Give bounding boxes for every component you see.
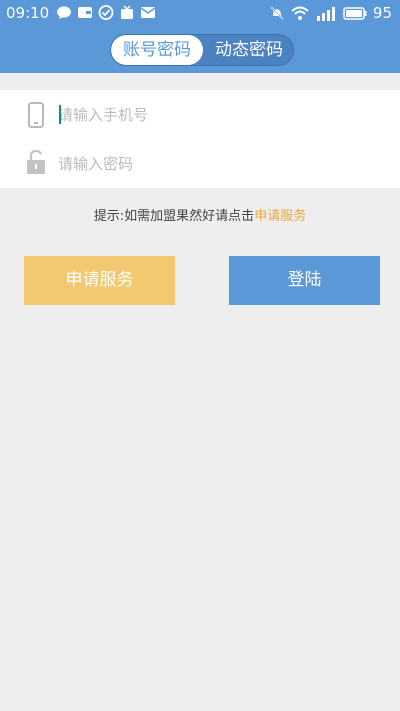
- status-bar: 09:10 95: [0, 0, 400, 26]
- check-circle-icon: [98, 5, 114, 20]
- system-icons: 95: [269, 4, 392, 22]
- password-field-row: [0, 139, 400, 188]
- wallet-icon: [78, 7, 92, 18]
- notification-icons: [56, 5, 156, 20]
- tv-icon: [121, 5, 133, 19]
- mail-icon: [140, 7, 156, 18]
- silent-bell-icon: [270, 6, 284, 20]
- signal-icon: [316, 6, 335, 21]
- wifi-icon: [291, 6, 309, 20]
- phone-input[interactable]: [58, 100, 378, 130]
- login-button[interactable]: 登陆: [229, 256, 380, 305]
- password-input[interactable]: [58, 149, 378, 179]
- unlock-icon: [27, 149, 45, 174]
- header-bar: 09:10 95 动态密码 账号密码: [0, 0, 400, 73]
- tab-account-password[interactable]: 账号密码: [111, 35, 203, 65]
- tab-dynamic-password[interactable]: 动态密码: [203, 35, 293, 65]
- hint-text: 提示:如需加盟果然好请点击申请服务: [0, 205, 400, 224]
- login-mode-switch: 动态密码 账号密码: [110, 34, 294, 66]
- apply-service-link[interactable]: 申请服务: [254, 209, 306, 224]
- status-time: 09:10: [6, 4, 50, 22]
- chat-bubble-icon: [57, 6, 71, 19]
- phone-field-row: [0, 90, 400, 139]
- phone-icon: [28, 102, 44, 128]
- text-cursor: [59, 105, 61, 124]
- battery-level: 95: [372, 4, 392, 22]
- hint-prefix: 提示:如需加盟果然好请点击: [93, 209, 255, 224]
- battery-icon: [343, 6, 367, 20]
- login-form: [0, 90, 400, 188]
- apply-service-button[interactable]: 申请服务: [24, 256, 175, 305]
